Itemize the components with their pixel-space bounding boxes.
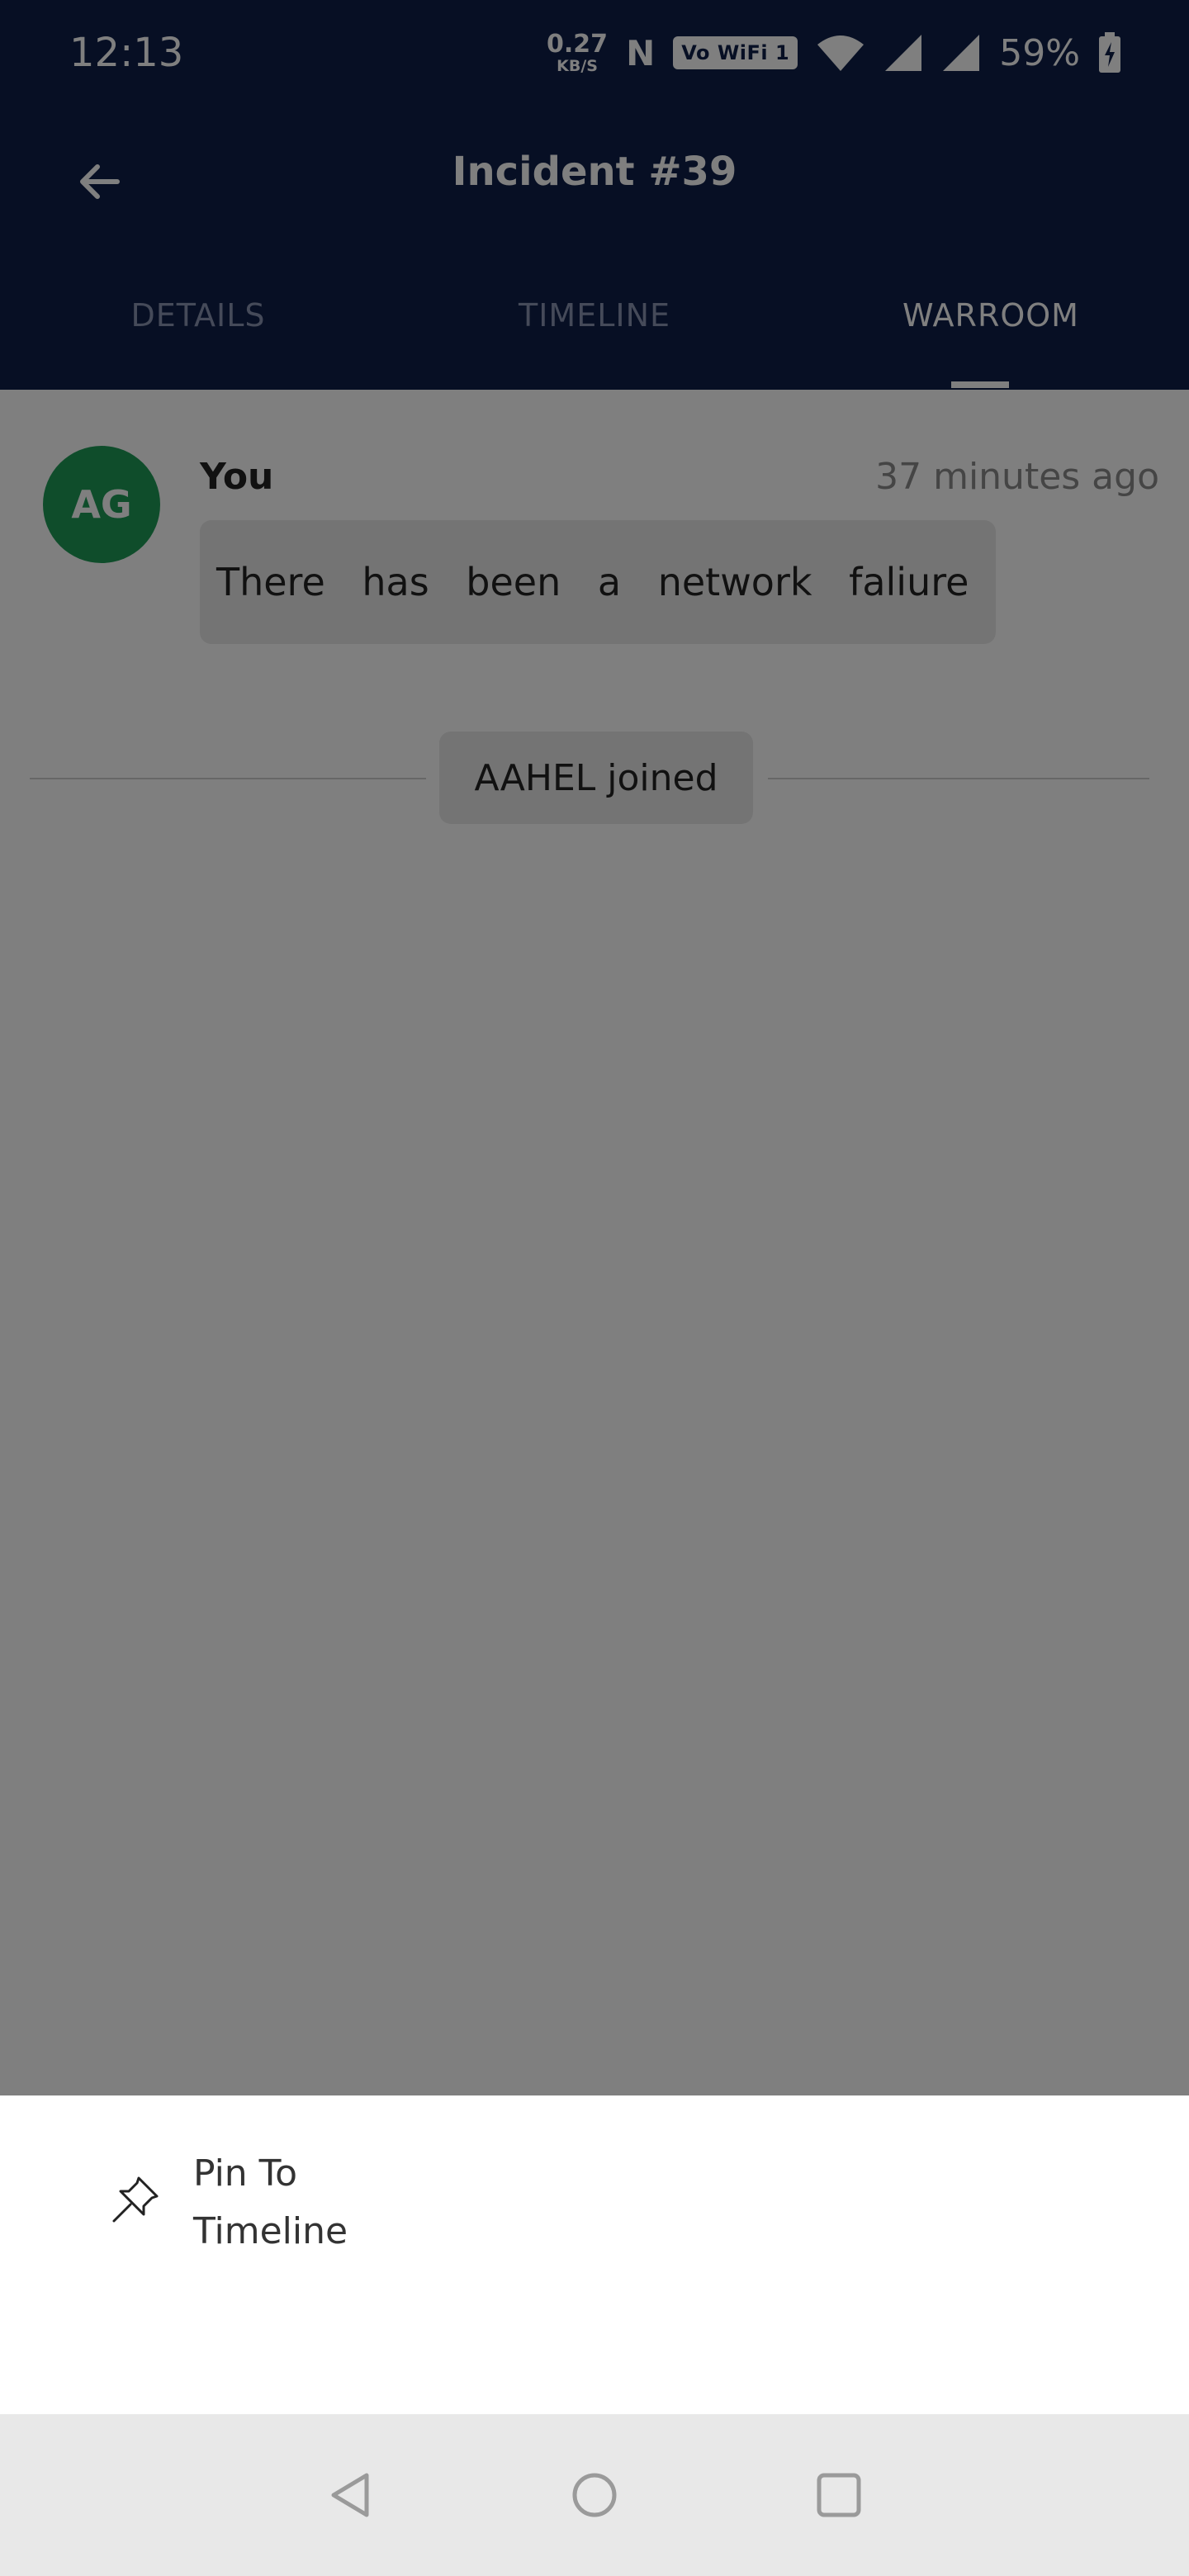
nav-back-button[interactable] xyxy=(317,2462,383,2528)
bottom-sheet: Pin To Timeline xyxy=(0,2095,1189,2414)
square-recents-icon xyxy=(817,2473,861,2517)
nav-home-button[interactable] xyxy=(561,2462,628,2528)
pin-to-timeline-label: Pin To Timeline xyxy=(193,2152,348,2252)
triangle-back-icon xyxy=(331,2473,369,2517)
nav-recents-button[interactable] xyxy=(806,2462,872,2528)
circle-home-icon xyxy=(572,2473,617,2517)
pin-to-timeline-option[interactable]: Pin To Timeline xyxy=(0,2129,1189,2252)
system-nav-bar xyxy=(0,2414,1189,2576)
modal-scrim[interactable] xyxy=(0,0,1189,2095)
pin-icon xyxy=(112,2176,159,2223)
